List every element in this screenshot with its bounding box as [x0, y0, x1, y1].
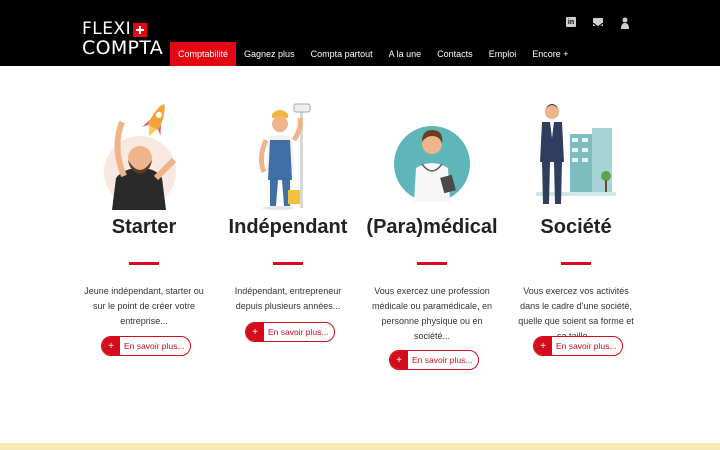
plus-icon: + [102, 337, 120, 355]
nav-item-compta-partout[interactable]: Compta partout [303, 42, 381, 66]
footer-strip [0, 443, 720, 450]
learn-more-button[interactable]: + En savoir plus... [101, 336, 191, 356]
card-description: Vous exercez vos activités dans le cadre… [518, 286, 634, 341]
nurse-illustration [392, 98, 472, 210]
card-paramedical: (Para)médical Vous exercez une professio… [360, 98, 504, 388]
nav-item-emploi[interactable]: Emploi [481, 42, 525, 66]
button-label: En savoir plus... [124, 341, 185, 351]
user-icon[interactable] [620, 16, 630, 29]
learn-more-button[interactable]: + En savoir plus... [389, 350, 479, 370]
mail-icon[interactable] [592, 18, 604, 28]
logo-line2: COMPTA [82, 37, 164, 59]
logo[interactable]: FLEXI COMPTA [82, 21, 163, 58]
title-underline [561, 262, 591, 265]
title-underline [273, 262, 303, 265]
card-societe: Société Vous exercez vos activités dans … [504, 98, 648, 388]
button-label: En savoir plus... [268, 327, 329, 337]
plus-icon: + [534, 337, 552, 355]
title-underline [129, 262, 159, 265]
title-underline [417, 262, 447, 265]
button-label: En savoir plus... [556, 341, 617, 351]
card-description: Vous exercez une profession médicale ou … [371, 286, 493, 341]
card-starter: Starter Jeune indépendant, starter ou su… [72, 98, 216, 388]
starter-illustration [104, 98, 184, 210]
plus-icon: + [246, 323, 264, 341]
nav-item-gagnez-plus[interactable]: Gagnez plus [236, 42, 303, 66]
learn-more-button[interactable]: + En savoir plus... [533, 336, 623, 356]
logo-line1: FLEXI [82, 19, 132, 39]
plus-icon: + [390, 351, 408, 369]
card-independant: Indépendant Indépendant, entrepreneur de… [216, 98, 360, 388]
card-title: Indépendant [228, 216, 348, 238]
linkedin-icon[interactable]: in [566, 17, 576, 27]
card-description: Jeune indépendant, starter ou sur le poi… [84, 286, 204, 326]
card-title: (Para)médical [366, 216, 498, 238]
card-title: Starter [111, 216, 177, 238]
learn-more-button[interactable]: + En savoir plus... [245, 322, 335, 342]
nav-item-encore[interactable]: Encore + [524, 42, 576, 66]
business-illustration [536, 98, 616, 210]
nav-item-contacts[interactable]: Contacts [429, 42, 481, 66]
painter-illustration [248, 98, 328, 210]
card-description: Indépendant, entrepreneur depuis plusieu… [234, 286, 342, 311]
main-nav: Comptabilité Gagnez plus Compta partout … [170, 42, 576, 66]
header: FLEXI COMPTA in Comptabilité Gagnez plus… [0, 0, 720, 66]
card-title: Société [540, 216, 612, 238]
button-label: En savoir plus... [412, 355, 473, 365]
swiss-cross-icon [133, 22, 148, 37]
profile-cards: Starter Jeune indépendant, starter ou su… [72, 98, 648, 388]
nav-item-a-la-une[interactable]: A la une [381, 42, 430, 66]
nav-item-comptabilite[interactable]: Comptabilité [170, 42, 237, 66]
